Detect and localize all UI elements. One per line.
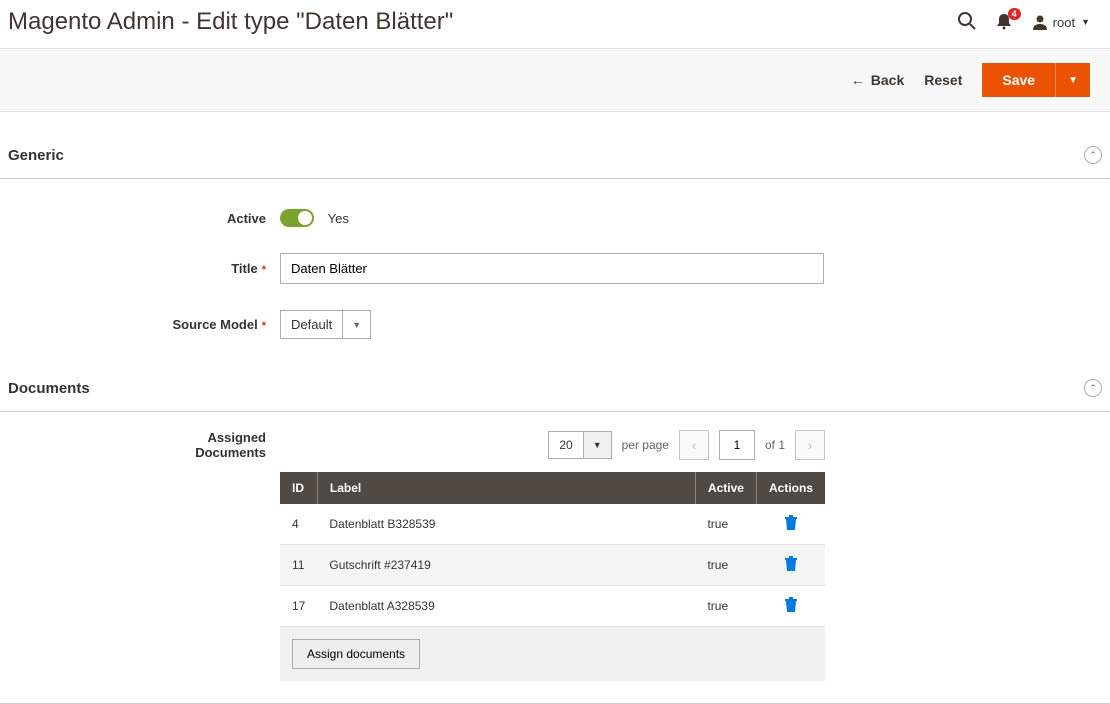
caret-down-icon: ▼ [1068,75,1078,86]
per-page-value: 20 [549,432,582,458]
table-row: 11Gutschrift #237419true [280,545,825,586]
title-input[interactable] [280,253,824,284]
cell-active: true [695,504,756,545]
chevron-right-icon: › [808,438,812,453]
page-of-text: of 1 [765,438,785,452]
notification-icon[interactable]: 4 [995,12,1013,33]
save-dropdown-button[interactable]: ▼ [1055,63,1090,97]
col-id: ID [280,472,317,504]
source-model-select[interactable]: Default ▼ [280,310,371,339]
prev-page-button[interactable]: ‹ [679,430,709,460]
delete-icon[interactable] [784,601,798,615]
assign-documents-button[interactable]: Assign documents [292,639,420,669]
documents-table: ID Label Active Actions 4Datenblatt B328… [280,472,825,627]
required-mark: * [262,264,266,276]
chevron-up-icon: ⌃ [1089,383,1097,394]
col-label: Label [317,472,695,504]
delete-icon[interactable] [784,519,798,533]
cell-id: 17 [280,586,317,627]
reset-button[interactable]: Reset [924,72,962,88]
section-generic-title: Generic [8,147,64,164]
chevron-up-icon: ⌃ [1089,150,1097,161]
required-mark: * [262,320,266,332]
title-label: Title* [0,261,280,276]
col-actions: Actions [756,472,825,504]
active-label: Active [0,211,280,226]
section-documents-title: Documents [8,380,90,397]
table-row: 17Datenblatt A328539true [280,586,825,627]
assigned-documents-label: Assigned Documents [188,430,280,460]
back-button[interactable]: ← Back [851,72,904,88]
cell-id: 11 [280,545,317,586]
per-page-select[interactable]: 20 ▼ [548,431,611,459]
cell-id: 4 [280,504,317,545]
save-button[interactable]: Save [982,63,1055,97]
col-active: Active [695,472,756,504]
arrow-left-icon: ← [851,72,865,88]
cell-active: true [695,545,756,586]
source-model-label: Source Model* [0,317,280,332]
cell-label: Datenblatt A328539 [317,586,695,627]
collapse-documents-button[interactable]: ⌃ [1084,379,1102,397]
source-model-value: Default [281,311,342,338]
notification-badge: 4 [1008,8,1021,20]
chevron-left-icon: ‹ [692,438,696,453]
back-label: Back [871,72,904,88]
next-page-button[interactable]: › [795,430,825,460]
collapse-generic-button[interactable]: ⌃ [1084,146,1102,164]
cell-label: Gutschrift #237419 [317,545,695,586]
per-page-text: per page [622,438,669,452]
delete-icon[interactable] [784,560,798,574]
user-icon [1031,13,1049,31]
user-name-label: root [1053,15,1075,30]
active-toggle[interactable] [280,209,314,227]
table-row: 4Datenblatt B328539true [280,504,825,545]
caret-down-icon: ▼ [1081,17,1090,27]
page-title: Magento Admin - Edit type "Daten Blätter… [8,8,453,36]
caret-down-icon: ▼ [342,311,370,338]
page-input[interactable] [719,430,755,460]
cell-active: true [695,586,756,627]
search-icon[interactable] [957,11,977,34]
caret-down-icon: ▼ [583,432,611,458]
active-value: Yes [328,211,349,226]
user-menu[interactable]: root ▼ [1031,13,1090,31]
cell-label: Datenblatt B328539 [317,504,695,545]
